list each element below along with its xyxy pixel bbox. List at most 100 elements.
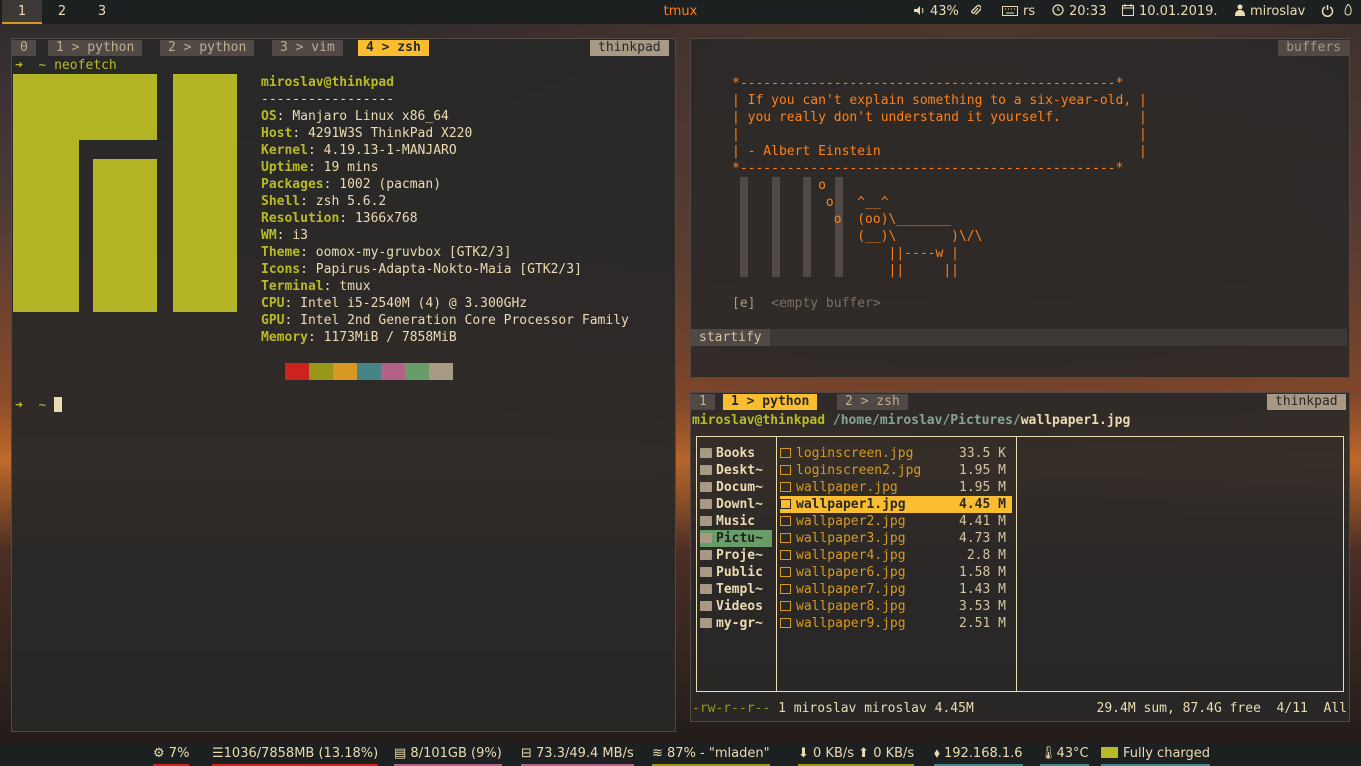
ranger-path: miroslav@thinkpad /home/miroslav/Picture… — [692, 412, 1130, 429]
file-item[interactable]: wallpaper1.jpg 4.45 M — [780, 496, 1012, 513]
file-item[interactable]: wallpaper7.jpg 1.43 M — [780, 581, 1012, 598]
folder-icon — [700, 465, 712, 475]
drive-icon: ⊟ — [521, 746, 537, 761]
image-file-icon — [780, 618, 791, 628]
system-info-row: Resolution: 1366x768 — [261, 211, 418, 226]
tmux-tab[interactable]: 1 > python — [48, 40, 143, 56]
network-speed[interactable]: ⬇ 0 KB/s ⬆ 0 KB/s — [798, 744, 915, 766]
image-file-icon — [780, 567, 791, 577]
file-name: wallpaper4.jpg — [796, 548, 906, 563]
io-label: 73.3/49.4 MB/s — [536, 746, 634, 761]
tmux-tab[interactable]: 2 > zsh — [837, 394, 908, 410]
power-icon — [1321, 5, 1334, 18]
info-key: Shell — [261, 194, 301, 209]
tmux-tab[interactable]: 2 > python — [160, 40, 255, 56]
temperature-label: 43°C — [1056, 746, 1089, 761]
clock-icon — [1052, 4, 1064, 16]
file-size: 33.5 K — [959, 446, 1006, 461]
file-item[interactable]: wallpaper2.jpg 4.41 M — [780, 513, 1012, 530]
ram-indicator[interactable]: ☰1036/7858MB (13.18%) — [212, 744, 379, 766]
flame-icon[interactable] — [1344, 0, 1353, 23]
user-menu[interactable]: miroslav — [1235, 0, 1305, 23]
directory-item[interactable]: Proje~ — [700, 547, 772, 564]
top-bar: 1 2 3 tmux 43% rs 20:33 10.01.2019. miro… — [0, 0, 1361, 24]
system-info-row: Memory: 1173MiB / 7858MiB — [261, 330, 457, 345]
power-button[interactable] — [1321, 0, 1334, 23]
directory-item[interactable]: Books — [700, 445, 772, 462]
file-item[interactable]: loginscreen.jpg 33.5 K — [780, 445, 1012, 462]
palette-swatch — [333, 363, 357, 380]
workspace-1-button[interactable]: 1 — [2, 0, 42, 24]
info-key: CPU — [261, 296, 285, 311]
date[interactable]: 10.01.2019. — [1122, 0, 1218, 23]
folder-icon — [700, 448, 712, 458]
battery-label: Fully charged — [1123, 746, 1211, 761]
workspace-3-button[interactable]: 3 — [82, 0, 122, 24]
directory-label: Deskt~ — [716, 463, 763, 478]
file-item[interactable]: wallpaper.jpg 1.95 M — [780, 479, 1012, 496]
directory-item[interactable]: Videos — [700, 598, 772, 615]
info-value: 19 mins — [323, 160, 379, 175]
tmux-host-label: thinkpad — [1267, 394, 1346, 410]
temperature-indicator[interactable]: 🌡43°C — [1040, 744, 1089, 766]
keyboard-layout[interactable]: rs — [1002, 0, 1035, 23]
directory-item[interactable]: Docum~ — [700, 479, 772, 496]
file-item[interactable]: wallpaper4.jpg 2.8 M — [780, 547, 1012, 564]
system-info-row: OS: Manjaro Linux x86_64 — [261, 109, 449, 124]
directory-item[interactable]: Downl~ — [700, 496, 772, 513]
file-item[interactable]: wallpaper9.jpg 2.51 M — [780, 615, 1012, 632]
directory-item[interactable]: Templ~ — [700, 581, 772, 598]
directory-label: Books — [716, 446, 756, 461]
battery-indicator[interactable]: Fully charged — [1101, 744, 1211, 766]
directory-item[interactable]: Pictu~ — [700, 530, 772, 547]
file-name: wallpaper3.jpg — [796, 531, 906, 546]
file-item[interactable]: wallpaper3.jpg 4.73 M — [780, 530, 1012, 547]
cpu-indicator[interactable]: ⚙ 7% — [153, 744, 190, 766]
volume-indicator[interactable]: 43% — [913, 0, 959, 23]
info-key: WM — [261, 228, 277, 243]
file-name: wallpaper8.jpg — [796, 599, 906, 614]
tmux-tab[interactable]: 3 > vim — [272, 40, 343, 56]
info-value: tmux — [339, 279, 371, 294]
upload-label: 0 KB/s — [873, 746, 915, 761]
system-info-row: Theme: oomox-my-gruvbox [GTK2/3] — [261, 245, 512, 260]
empty-buffer-entry[interactable]: [e] <empty buffer> — [732, 295, 881, 312]
directory-item[interactable]: my-gr~ — [700, 615, 772, 632]
info-value: zsh 5.6.2 — [315, 194, 387, 209]
directory-item[interactable]: Deskt~ — [700, 462, 772, 479]
io-indicator[interactable]: ⊟ 73.3/49.4 MB/s — [521, 744, 634, 766]
image-file-icon — [780, 584, 791, 594]
tmux-tab-active[interactable]: 1 > python — [723, 394, 818, 410]
buffers-label: buffers — [1278, 40, 1349, 56]
tmux-tab-active[interactable]: 4 > zsh — [358, 40, 429, 56]
prompt-line[interactable]: ➜ ~ — [15, 397, 63, 414]
wifi-indicator[interactable]: ≋ 87% - "mladen" — [652, 744, 770, 766]
memory-icon: ☰ — [212, 746, 224, 761]
terminal-pane-left[interactable]: 0 1 > python 2 > python 3 > vim 4 > zsh … — [11, 38, 676, 732]
cpu-icon: ⚙ — [153, 746, 169, 761]
clock[interactable]: 20:33 — [1052, 0, 1106, 23]
paperclip-icon[interactable] — [970, 0, 982, 23]
palette-swatch — [357, 363, 381, 380]
directory-label: my-gr~ — [716, 616, 763, 631]
file-item[interactable]: wallpaper8.jpg 3.53 M — [780, 598, 1012, 615]
file-size: 1.95 M — [959, 480, 1006, 495]
file-item[interactable]: loginscreen2.jpg 1.95 M — [780, 462, 1012, 479]
tmux-tab[interactable]: 0 — [12, 40, 36, 56]
ip-label: 192.168.1.6 — [943, 746, 1023, 761]
vim-pane[interactable]: buffers *-------------------------------… — [690, 38, 1350, 378]
file-size: 4.45 M — [959, 497, 1006, 512]
ip-indicator[interactable]: ⬧ 192.168.1.6 — [934, 744, 1023, 766]
workspace-2-button[interactable]: 2 — [42, 0, 82, 24]
ranger-pane[interactable]: 1 1 > python 2 > zsh thinkpad miroslav@t… — [690, 392, 1350, 722]
info-value: oomox-my-gruvbox [GTK2/3] — [315, 245, 512, 260]
tmux-tab[interactable]: 1 — [691, 394, 715, 410]
info-value: 1366x768 — [354, 211, 418, 226]
cow-line: o ^__^ — [732, 195, 889, 210]
disk-indicator[interactable]: ▤ 8/101GB (9%) — [394, 744, 502, 766]
file-item[interactable]: wallpaper6.jpg 1.58 M — [780, 564, 1012, 581]
directory-item[interactable]: Music — [700, 513, 772, 530]
file-size: 1.58 M — [959, 565, 1006, 580]
directory-item[interactable]: Public — [700, 564, 772, 581]
tmux-window-bar: 1 1 > python 2 > zsh thinkpad — [691, 393, 1349, 410]
